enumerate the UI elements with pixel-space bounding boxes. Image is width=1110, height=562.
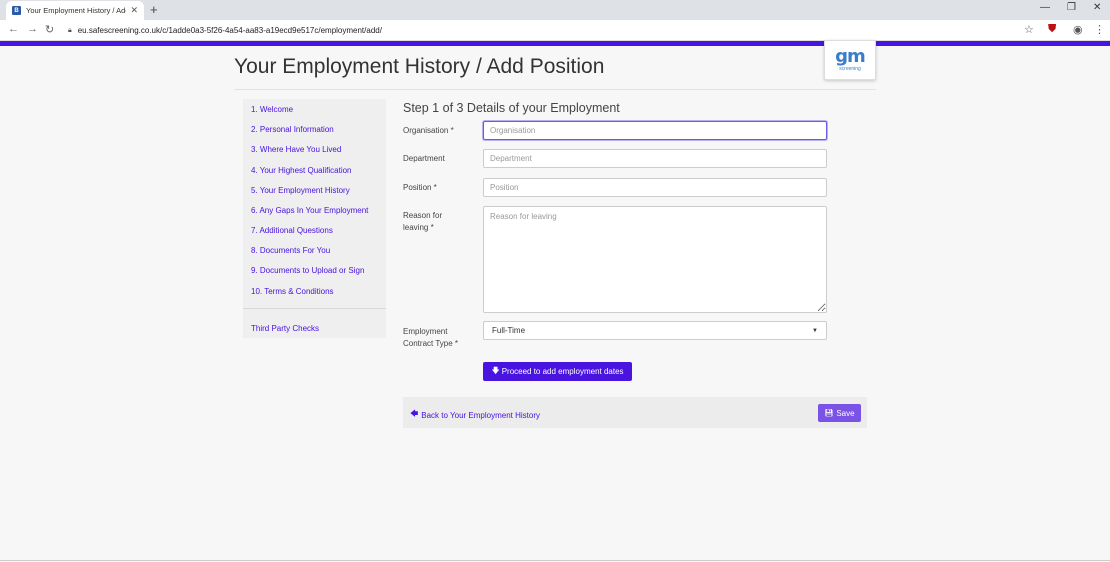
header-divider [234,89,876,90]
position-label: Position * [403,183,437,192]
arrow-left-icon: 🡄 [410,409,419,418]
restore-icon[interactable]: ❐ [1067,2,1076,13]
company-logo: gm screening [824,40,876,80]
page-bottom-border [0,560,1110,561]
department-label: Department [403,154,445,163]
brand-bar [0,41,1110,46]
position-input[interactable] [483,178,827,197]
tab-title: Your Employment History / Add [26,6,127,15]
sidebar-divider [243,308,386,309]
profile-icon[interactable]: ◉ [1073,23,1083,36]
site-favicon-icon: B [12,6,21,15]
sidebar-item-documents-upload-sign[interactable]: 9. Documents to Upload or Sign [251,266,364,275]
reason-for-leaving-label: Reason for leaving * [403,211,443,232]
save-button[interactable]: 💾︎ Save [818,404,861,422]
url-field[interactable]: 🔒︎ eu.safescreening.co.uk/c/1adde0a3-5f2… [62,22,1022,39]
chevron-down-icon: ▼ [812,327,818,334]
sidebar-item-third-party-checks[interactable]: Third Party Checks [251,324,319,333]
sidebar-item-terms-conditions[interactable]: 10. Terms & Conditions [251,287,334,296]
save-button-label: Save [836,408,855,418]
url-text: eu.safescreening.co.uk/c/1adde0a3-5f26-4… [77,26,382,35]
page-title: Your Employment History / Add Position [234,55,605,78]
reason-for-leaving-textarea[interactable] [483,206,827,313]
proceed-employment-dates-button[interactable]: 🡇 Proceed to add employment dates [483,362,632,381]
sidebar-item-employment-history[interactable]: 5. Your Employment History [251,186,350,195]
reload-icon[interactable]: ↻ [45,23,54,36]
minimize-icon[interactable]: — [1040,2,1050,13]
sidebar-nav: 1. Welcome 2. Personal Information 3. Wh… [243,99,386,338]
contract-type-value: Full-Time [492,326,526,335]
back-link-label: Back to Your Employment History [421,410,540,420]
back-to-employment-history-link[interactable]: 🡄 Back to Your Employment History [410,408,540,422]
extension-icon[interactable]: ⛊ [1048,23,1056,36]
sidebar-item-personal-information[interactable]: 2. Personal Information [251,125,334,134]
bookmark-star-icon[interactable]: ☆ [1024,23,1034,36]
sidebar-item-welcome[interactable]: 1. Welcome [251,105,293,114]
address-bar: ← → ↻ 🔒︎ eu.safescreening.co.uk/c/1adde0… [0,20,1110,41]
contract-type-label: Employment Contract Type * [403,327,458,348]
back-icon[interactable]: ← [8,23,19,35]
arrow-down-icon: 🡇 [491,365,500,375]
proceed-button-label: Proceed to add employment dates [501,367,624,376]
form-footer: 🡄 Back to Your Employment History 💾︎ Sav… [403,397,867,428]
sidebar-item-additional-questions[interactable]: 7. Additional Questions [251,226,333,235]
forward-icon[interactable]: → [27,23,38,35]
browser-tab-bar: B Your Employment History / Add ✕ + — ❐ … [0,0,1110,20]
organisation-label: Organisation * [403,126,454,135]
sidebar-item-employment-gaps[interactable]: 6. Any Gaps In Your Employment [251,206,368,215]
organisation-input[interactable] [483,121,827,140]
contract-type-select[interactable]: Full-Time ▼ [483,321,827,340]
lock-icon: 🔒︎ [68,26,72,34]
browser-tab[interactable]: B Your Employment History / Add ✕ [6,1,144,20]
tab-close-icon[interactable]: ✕ [130,5,138,16]
menu-kebab-icon[interactable]: ⋮ [1094,23,1105,36]
close-window-icon[interactable]: ✕ [1093,2,1101,13]
logo-subtitle: screening [839,66,861,72]
sidebar-item-highest-qualification[interactable]: 4. Your Highest Qualification [251,166,352,175]
step-title: Step 1 of 3 Details of your Employment [403,101,620,115]
sidebar-item-where-have-you-lived[interactable]: 3. Where Have You Lived [251,145,341,154]
floppy-disk-icon: 💾︎ [824,410,834,417]
department-input[interactable] [483,149,827,168]
new-tab-icon[interactable]: + [150,2,158,18]
sidebar-item-documents-for-you[interactable]: 8. Documents For You [251,246,330,255]
logo-mark: gm [835,46,866,67]
